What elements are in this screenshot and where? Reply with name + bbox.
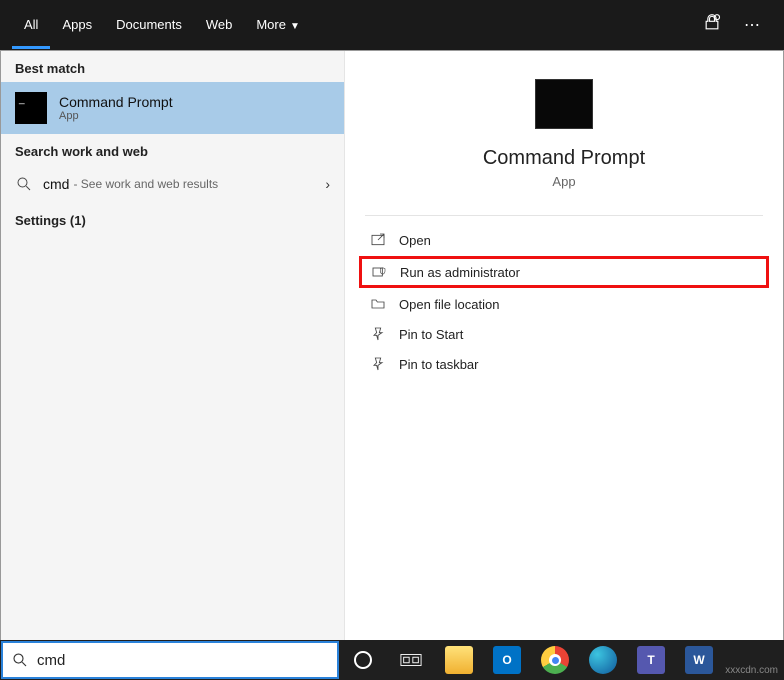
search-input[interactable] (37, 652, 337, 669)
best-match-header: Best match (1, 51, 344, 82)
folder-icon (369, 296, 387, 312)
result-subtitle: App (59, 110, 173, 122)
chevron-right-icon: › (325, 176, 330, 192)
command-prompt-icon (15, 92, 47, 124)
word-icon[interactable]: W (675, 640, 723, 680)
outlook-icon[interactable]: O (483, 640, 531, 680)
admin-shield-icon (370, 264, 388, 280)
feedback-icon[interactable] (692, 13, 732, 38)
search-hint: - See work and web results (73, 177, 218, 191)
action-pin-to-start[interactable]: Pin to Start (359, 320, 769, 348)
file-explorer-icon[interactable] (435, 640, 483, 680)
search-icon (15, 175, 33, 193)
settings-header[interactable]: Settings (1) (1, 203, 344, 234)
tab-all[interactable]: All (12, 1, 50, 49)
taskbar: O T W (0, 640, 784, 680)
preview-subtitle: App (345, 174, 783, 189)
open-icon (369, 232, 387, 248)
action-list: Open Run as administrator Open file loca… (345, 216, 783, 390)
more-options-icon[interactable]: ⋯ (732, 15, 772, 35)
search-term: cmd (43, 176, 69, 192)
teams-icon[interactable]: T (627, 640, 675, 680)
tab-web[interactable]: Web (194, 1, 245, 49)
watermark: xxxcdn.com (725, 665, 778, 676)
action-open-file-location[interactable]: Open file location (359, 290, 769, 318)
chevron-down-icon: ▼ (290, 21, 300, 32)
search-results-panel: Best match Command Prompt App Search wor… (0, 50, 784, 640)
search-work-web-header: Search work and web (1, 134, 344, 165)
edge-icon[interactable] (579, 640, 627, 680)
pin-icon (369, 326, 387, 342)
action-label: Run as administrator (400, 265, 520, 280)
preview-title: Command Prompt (345, 147, 783, 170)
action-pin-to-taskbar[interactable]: Pin to taskbar (359, 350, 769, 378)
command-prompt-preview-icon (535, 79, 593, 129)
best-match-result[interactable]: Command Prompt App (1, 82, 344, 134)
tab-documents[interactable]: Documents (104, 1, 194, 49)
tab-apps[interactable]: Apps (50, 1, 104, 49)
action-label: Pin to Start (399, 327, 463, 342)
action-label: Open file location (399, 297, 499, 312)
action-label: Open (399, 233, 431, 248)
search-icon (3, 651, 37, 669)
cortana-icon[interactable] (339, 640, 387, 680)
chrome-icon[interactable] (531, 640, 579, 680)
result-title: Command Prompt (59, 94, 173, 110)
task-view-icon[interactable] (387, 640, 435, 680)
taskbar-search-box[interactable] (1, 641, 339, 679)
results-list: Best match Command Prompt App Search wor… (1, 51, 345, 640)
search-filter-tabs: All Apps Documents Web More▼ ⋯ (0, 0, 784, 50)
pin-taskbar-icon (369, 356, 387, 372)
action-open[interactable]: Open (359, 226, 769, 254)
tab-more[interactable]: More▼ (244, 1, 312, 49)
result-preview: Command Prompt App Open Run as administr… (345, 51, 783, 640)
action-label: Pin to taskbar (399, 357, 479, 372)
action-run-as-administrator[interactable]: Run as administrator (359, 256, 769, 288)
web-search-result[interactable]: cmd - See work and web results › (1, 165, 344, 203)
